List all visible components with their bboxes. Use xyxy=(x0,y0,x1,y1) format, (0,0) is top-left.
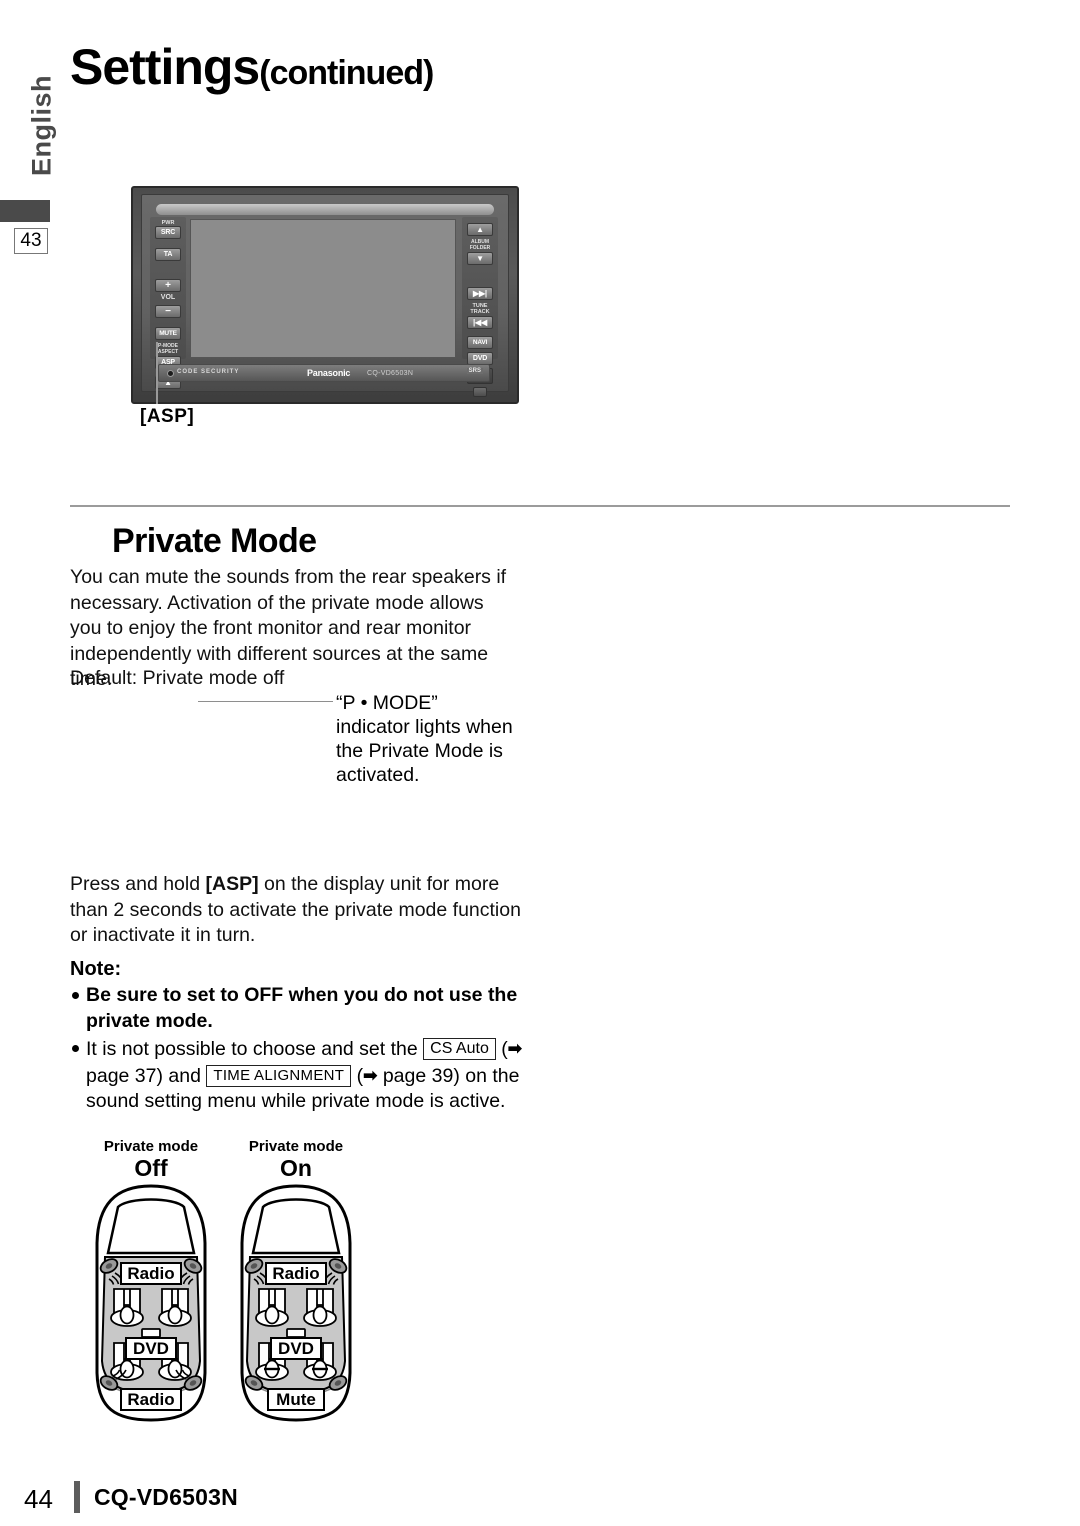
device-button-track-next: ▶▶| xyxy=(467,287,493,300)
time-alignment-key: TIME ALIGNMENT xyxy=(206,1064,352,1087)
sidebar-chapter-page: 43 xyxy=(14,228,48,254)
press-hold-key: [ASP] xyxy=(205,873,259,895)
svg-text:Mute: Mute xyxy=(276,1390,316,1409)
device-bottom-bar: CODE SECURITY Panasonic CQ-VD6503N SRS xyxy=(158,364,490,382)
section-heading: Private Mode xyxy=(112,522,317,560)
label-rear-source: DVD xyxy=(125,1337,177,1360)
device-button-vol-up: + xyxy=(155,279,181,292)
device-button-ta: TA xyxy=(155,248,181,261)
cs-auto-key: CS Auto xyxy=(423,1038,496,1060)
footer-divider xyxy=(74,1481,80,1513)
device-top-lip xyxy=(156,204,494,215)
footer-model-name: CQ-VD6503N xyxy=(94,1484,238,1510)
note-block: Note: Be sure to set to OFF when you do … xyxy=(70,958,540,1115)
car-diagram-private-mode-off: Private mode Off Radio DVD Radio xyxy=(86,1138,216,1423)
bullet-icon xyxy=(72,1045,79,1052)
page-title: Settings(continued) xyxy=(70,38,434,96)
car-top-view-on: Radio DVD Mute xyxy=(240,1184,352,1422)
svg-text:DVD: DVD xyxy=(133,1339,169,1358)
device-button-album-down: ▼ xyxy=(467,252,493,265)
note-item: It is not possible to choose and set the… xyxy=(70,1036,540,1115)
device-button-navi: NAVI xyxy=(467,336,493,349)
sidebar-chapter-bar xyxy=(0,200,50,222)
asp-callout-label: [ASP] xyxy=(140,406,195,427)
page-title-sub: (continued) xyxy=(259,54,434,92)
device-label-folder: FOLDER xyxy=(469,245,491,251)
seat-front-left xyxy=(110,1288,144,1327)
press-hold-instruction: Press and hold [ASP] on the display unit… xyxy=(70,872,530,949)
device-model-label: CQ-VD6503N xyxy=(367,370,414,377)
label-rear-speaker-state: Mute xyxy=(267,1388,325,1411)
label-rear-speaker-state: Radio xyxy=(120,1388,182,1411)
device-label-vol: VOL xyxy=(160,294,176,301)
pmode-callout-text: “P • MODE” indicator lights when the Pri… xyxy=(336,692,513,786)
device-button-album-up: ▲ xyxy=(467,223,493,236)
footer-page-number: 44 xyxy=(24,1484,53,1514)
seat-front-left xyxy=(255,1288,289,1327)
device-label-track: TRACK xyxy=(470,309,490,315)
press-hold-pre: Press and hold xyxy=(70,873,206,895)
device-screen xyxy=(190,219,456,358)
bullet-icon xyxy=(72,992,79,999)
asp-callout-line xyxy=(156,342,158,404)
car-caption-label: Private mode xyxy=(248,1138,344,1155)
device-button-src: SRC xyxy=(155,226,181,239)
device-left-button-column: PWR SRC TA + VOL − MUTE P-MODE ASPECT AS… xyxy=(150,217,186,389)
pmode-callout-line xyxy=(198,701,333,702)
code-security-led-icon xyxy=(167,370,174,377)
car-caption-state: On xyxy=(280,1155,312,1181)
car-top-view-off: Radio DVD Radio xyxy=(95,1184,207,1422)
srs-badge: SRS xyxy=(466,368,483,374)
device-button-mute: MUTE xyxy=(155,327,181,340)
car-caption-label: Private mode xyxy=(103,1138,199,1155)
note-item2-part4: ( xyxy=(351,1064,364,1087)
note-item2-part2: ( xyxy=(495,1038,508,1060)
default-value-line: Default: Private mode off xyxy=(70,667,285,689)
label-front-source: Radio xyxy=(120,1262,182,1285)
svg-text:DVD: DVD xyxy=(278,1339,314,1358)
note-item: Be sure to set to OFF when you do not us… xyxy=(70,983,540,1034)
note-title: Note: xyxy=(70,958,122,980)
car-caption-state: Off xyxy=(134,1155,168,1181)
svg-text:Radio: Radio xyxy=(127,1390,174,1409)
device-button-eject xyxy=(473,387,487,397)
label-front-source: Radio xyxy=(265,1262,327,1285)
svg-text:Radio: Radio xyxy=(127,1264,174,1283)
device-faceplate: PWR SRC TA + VOL − MUTE P-MODE ASPECT AS… xyxy=(141,194,509,397)
brand-label: Panasonic xyxy=(307,368,351,378)
device-button-track-prev: |◀◀ xyxy=(467,316,493,329)
car-diagram-group: Private mode Off Radio DVD Radio Private… xyxy=(86,1138,376,1428)
note-item2-part3: page 37) and xyxy=(86,1064,207,1087)
sidebar: English 43 xyxy=(0,0,70,1526)
note-item2-part1: It is not possible to choose and set the xyxy=(86,1038,424,1060)
section-divider xyxy=(70,505,1010,507)
seat-front-right xyxy=(158,1288,192,1327)
device-front-panel-illustration: PWR SRC TA + VOL − MUTE P-MODE ASPECT AS… xyxy=(131,186,519,404)
label-rear-source: DVD xyxy=(270,1337,322,1360)
car-diagram-private-mode-on: Private mode On Radio DVD Mute xyxy=(231,1138,361,1423)
svg-text:Radio: Radio xyxy=(272,1264,319,1283)
language-label: English xyxy=(26,75,57,177)
arrow-right-icon: ➡ xyxy=(363,1065,378,1085)
device-right-button-column: ▲ ALBUM FOLDER ▼ ▶▶| TUNE TRACK |◀◀ NAVI… xyxy=(462,217,498,397)
note-item-text: Be sure to set to OFF when you do not us… xyxy=(86,984,518,1032)
arrow-right-icon: ➡ xyxy=(507,1039,523,1058)
device-button-vol-down: − xyxy=(155,305,181,318)
code-security-label: CODE SECURITY xyxy=(177,369,240,375)
page-title-main: Settings xyxy=(70,39,260,95)
seat-front-right xyxy=(303,1288,337,1327)
